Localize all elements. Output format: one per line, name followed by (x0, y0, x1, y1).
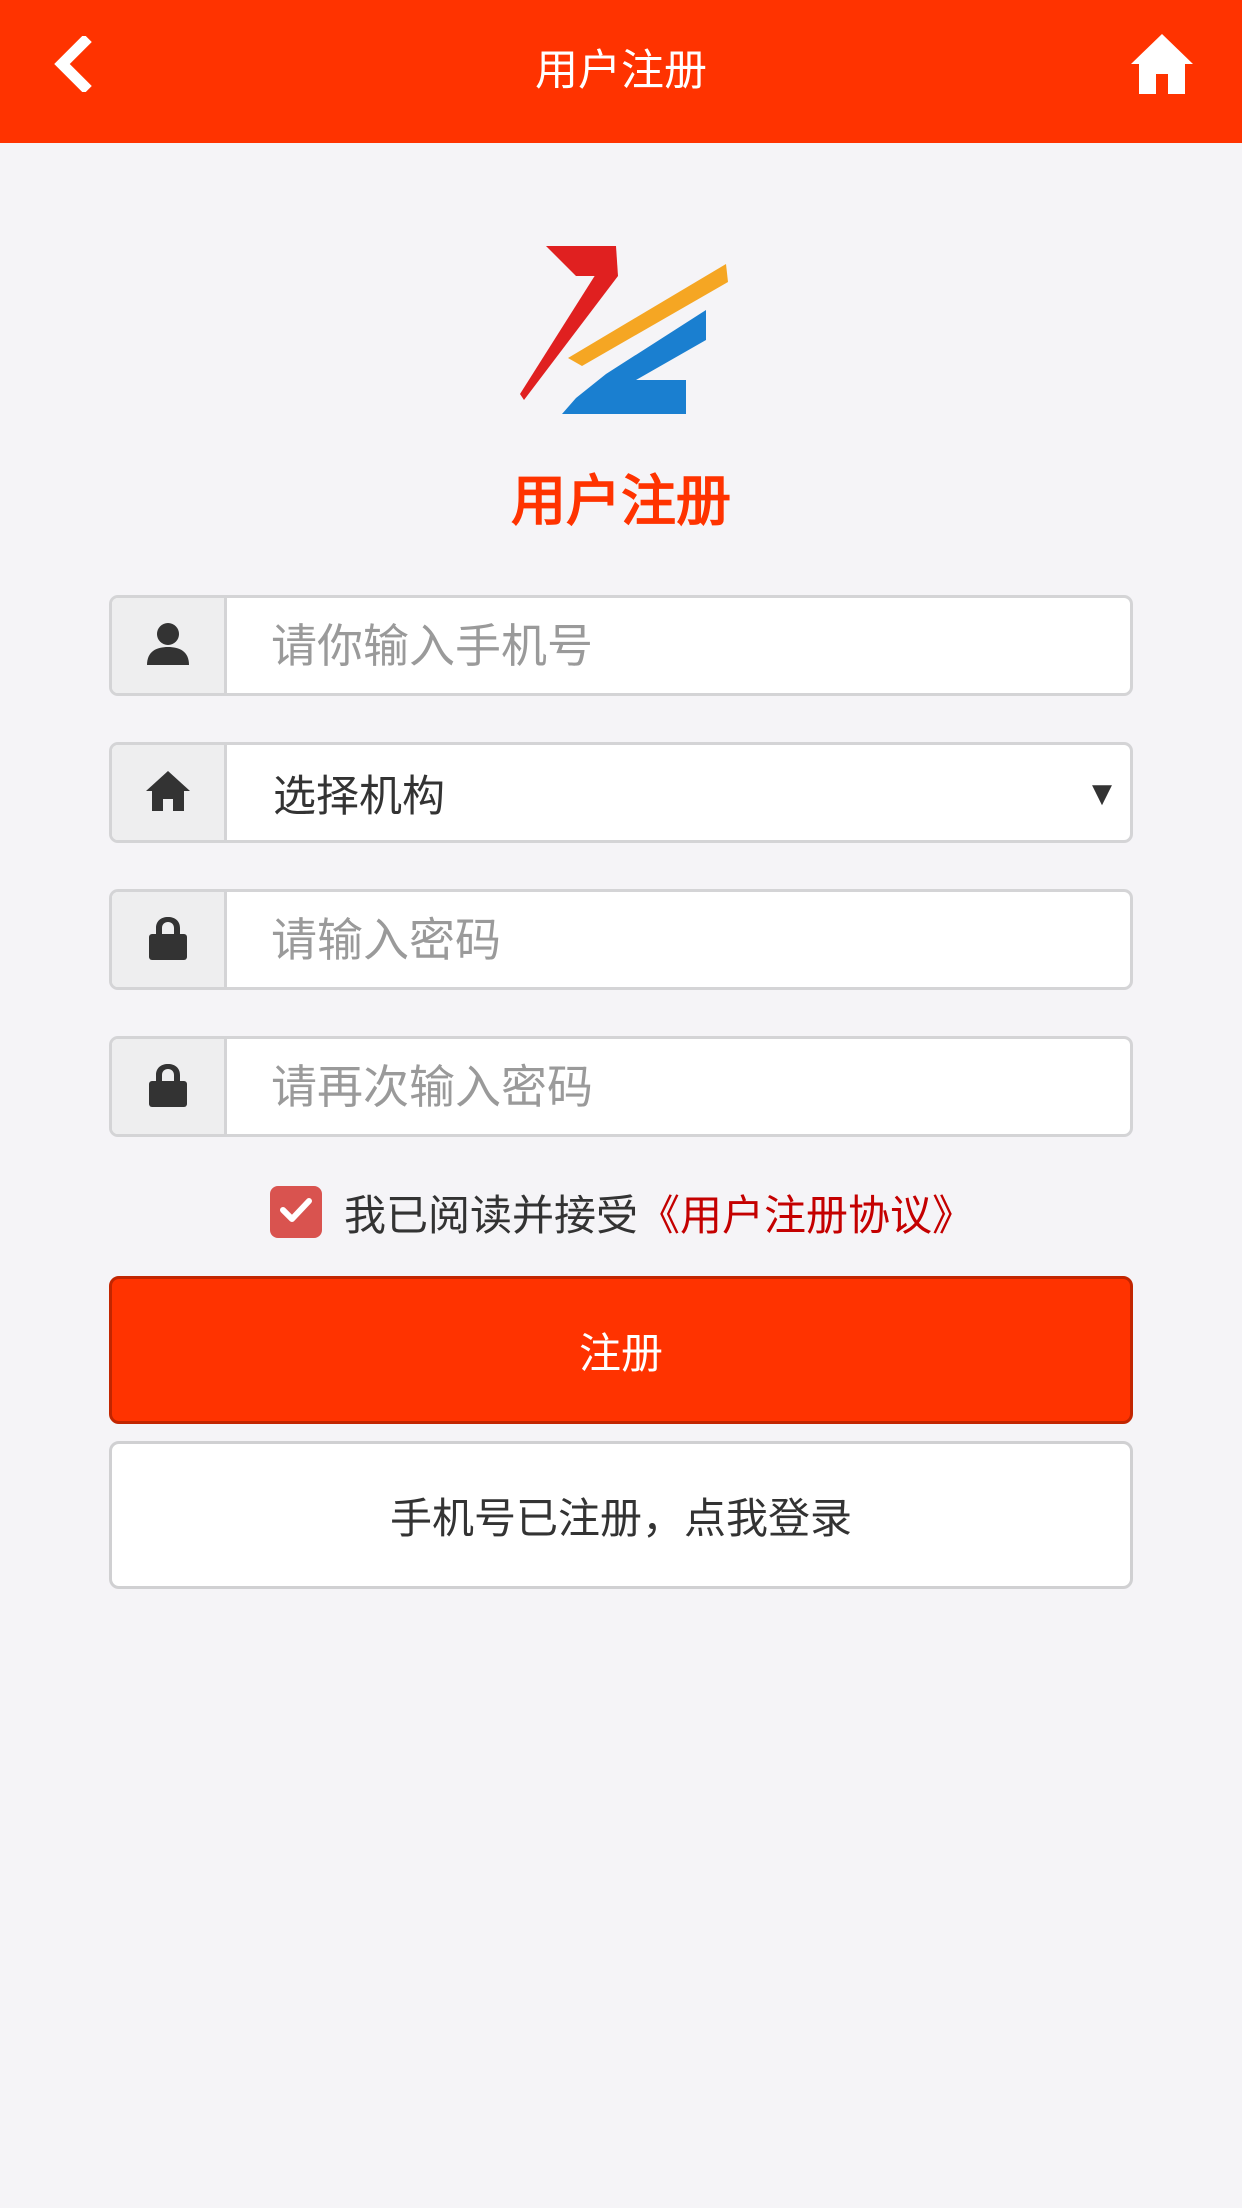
phone-addon (112, 598, 227, 693)
user-icon (145, 621, 191, 671)
agreement-text: 我已阅读并接受 (344, 1190, 639, 1240)
agreement-row: 我已阅读并接受 《用户注册协议》 (270, 1184, 974, 1240)
app-logo (506, 198, 736, 428)
login-button[interactable]: 手机号已注册，点我登录 (109, 1441, 1133, 1589)
password-addon (112, 892, 227, 987)
agreement-checkbox[interactable] (270, 1186, 322, 1238)
phone-input[interactable] (227, 598, 1130, 693)
organization-addon (112, 745, 227, 840)
organization-field: 选择机构 ▼ (109, 742, 1133, 843)
password-field (109, 889, 1133, 990)
back-button[interactable] (44, 30, 100, 102)
home-button[interactable] (1118, 28, 1206, 104)
header-bar: 用户注册 (0, 0, 1242, 143)
chevron-left-icon (52, 34, 92, 96)
phone-field (109, 595, 1133, 696)
lock-icon (147, 1062, 189, 1112)
header-title: 用户注册 (535, 46, 707, 96)
home-icon (1129, 32, 1195, 100)
organization-select[interactable]: 选择机构 ▼ (227, 745, 1130, 840)
password-input[interactable] (227, 892, 1130, 987)
home-icon (144, 769, 192, 817)
caret-down-icon: ▼ (1092, 779, 1112, 809)
password-confirm-field (109, 1036, 1133, 1137)
password-confirm-addon (112, 1039, 227, 1134)
lock-icon (147, 915, 189, 965)
organization-select-value: 选择机构 (273, 771, 445, 822)
checkmark-icon (279, 1196, 313, 1228)
register-button[interactable]: 注册 (109, 1276, 1133, 1424)
password-confirm-input[interactable] (227, 1039, 1130, 1134)
page-title: 用户注册 (510, 469, 731, 533)
agreement-link[interactable]: 《用户注册协议》 (638, 1182, 974, 1243)
